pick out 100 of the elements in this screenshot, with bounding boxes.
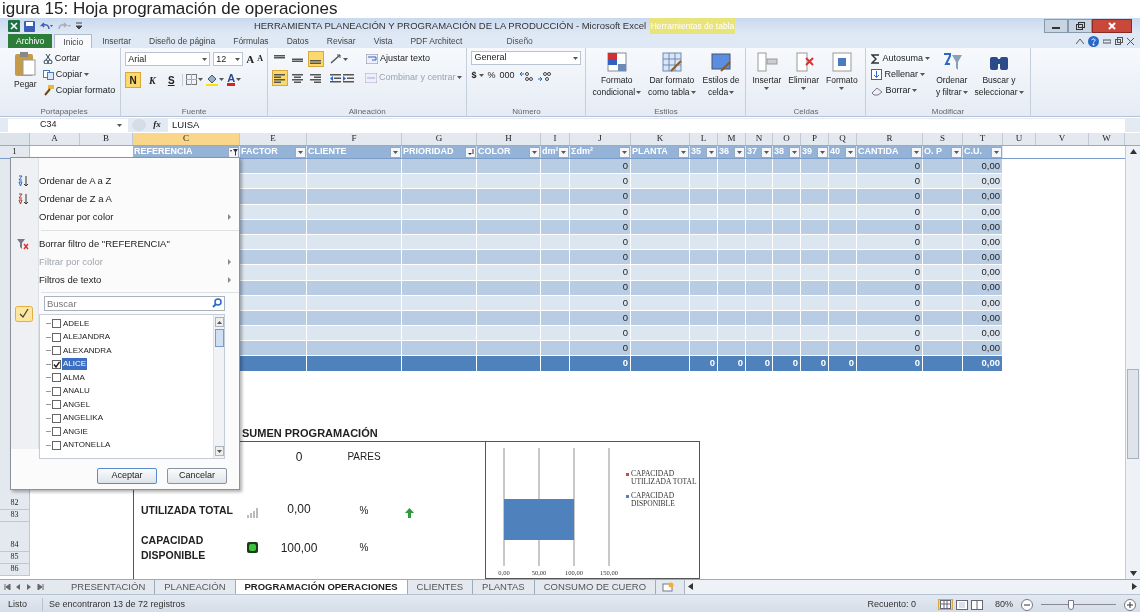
column-header[interactable]: U	[1003, 133, 1036, 145]
column-header[interactable]: Q	[829, 133, 857, 145]
sheet-nav-button[interactable]	[37, 583, 44, 590]
insert-function-button[interactable]: fx	[150, 118, 164, 132]
shrink-font-button[interactable]: A	[257, 53, 263, 66]
filter-value[interactable]: ANGELIKA	[62, 412, 104, 425]
column-header[interactable]: I	[541, 133, 570, 145]
filter-value[interactable]: ANGEL	[62, 398, 92, 411]
horizontal-scrollbar[interactable]	[684, 579, 1140, 594]
checkbox[interactable]	[52, 440, 61, 450]
filter-dropdown-button[interactable]	[817, 146, 828, 158]
font-name-field[interactable]: Arial	[125, 52, 211, 67]
ribbon-tab[interactable]: Vista	[365, 34, 401, 48]
filter-dropdown-button[interactable]	[761, 146, 772, 158]
checkbox[interactable]	[52, 346, 61, 356]
row-header[interactable]: 1	[0, 146, 30, 158]
copy-button[interactable]: Copiar	[41, 67, 117, 82]
list-scrollbar[interactable]	[213, 315, 224, 458]
menu-item[interactable]: Ordenar de A a Z	[17, 172, 231, 190]
ribbon-tab[interactable]: Fórmulas	[225, 34, 277, 48]
increase-indent-button[interactable]	[342, 73, 354, 83]
menu-item[interactable]: Filtros de texto	[17, 271, 231, 289]
checkbox[interactable]	[52, 332, 61, 342]
styles-button[interactable]: Dar formato como tabla	[646, 51, 698, 106]
menu-item[interactable]: Borrar filtro de "REFERENCIA"	[17, 235, 231, 253]
ribbon-tab[interactable]: Inicio	[54, 34, 93, 48]
filter-value[interactable]: ALMA	[62, 371, 86, 384]
column-header[interactable]: P	[801, 133, 829, 145]
column-header[interactable]: G	[402, 133, 477, 145]
decrease-decimal-button[interactable]	[536, 70, 551, 81]
grow-font-button[interactable]: A	[246, 51, 255, 68]
filter-dropdown-button[interactable]	[390, 146, 401, 158]
scrollbar-thumb[interactable]	[214, 329, 224, 347]
format-painter-button[interactable]: Copiar formato	[41, 83, 117, 98]
checkbox[interactable]	[52, 427, 61, 437]
column-header[interactable]: J	[570, 133, 631, 145]
find-select-button[interactable]: Buscar y seleccionar	[972, 51, 1026, 106]
checkbox[interactable]	[52, 373, 61, 383]
ribbon-tab[interactable]: Insertar	[94, 34, 139, 48]
fill-button[interactable]: Rellenar	[870, 67, 931, 82]
checkbox[interactable]	[52, 319, 61, 329]
checkbox[interactable]	[52, 386, 61, 396]
row-header[interactable]: 84	[0, 521, 30, 552]
column-header[interactable]: A	[30, 133, 80, 145]
scrollbar-thumb[interactable]	[1127, 369, 1139, 459]
normal-view-button[interactable]	[938, 599, 953, 611]
align-left-button[interactable]	[271, 70, 288, 86]
filter-dropdown-button[interactable]	[295, 146, 306, 158]
sheet-nav-button[interactable]	[15, 583, 22, 590]
menu-item[interactable]: Ordenar de Z a A	[17, 190, 231, 208]
filter-value[interactable]: ALEXANDRA	[62, 344, 113, 357]
scroll-up-button[interactable]	[214, 317, 224, 327]
formula-input[interactable]: LUISA	[168, 118, 1125, 132]
filter-value[interactable]: ANTONELLA	[62, 439, 112, 452]
decrease-indent-button[interactable]	[329, 73, 341, 83]
filter-dropdown-button[interactable]	[991, 146, 1002, 158]
zoom-in-button[interactable]	[1124, 598, 1136, 611]
underline-button[interactable]: S	[163, 71, 180, 88]
cut-button[interactable]: Cortar	[41, 51, 117, 66]
column-header[interactable]: C	[133, 133, 240, 145]
filter-dropdown-button[interactable]	[734, 146, 745, 158]
sort-filter-button[interactable]: Ordenar y filtrar	[934, 51, 970, 106]
menu-item[interactable]: Ordenar por color	[17, 208, 231, 226]
currency-button[interactable]: $	[471, 69, 484, 83]
borders-button[interactable]	[186, 71, 204, 88]
column-header[interactable]: W	[1089, 133, 1125, 145]
cells-button[interactable]: Insertar	[750, 51, 784, 106]
sheet-nav-button[interactable]	[4, 583, 11, 590]
paste-button[interactable]: Pegar	[12, 51, 39, 106]
filter-dropdown-button[interactable]	[619, 146, 630, 158]
font-size-field[interactable]: 12	[213, 52, 244, 67]
align-bottom-button[interactable]	[307, 51, 324, 67]
autosum-button[interactable]: Autosuma	[870, 51, 931, 66]
sheet-nav-button[interactable]	[26, 583, 33, 590]
ribbon-tab[interactable]: PDF Architect	[402, 34, 471, 48]
ribbon-tab[interactable]: Diseño de página	[141, 34, 224, 48]
maximize-button[interactable]	[1068, 19, 1092, 33]
increase-decimal-button[interactable]	[518, 70, 533, 81]
name-box[interactable]: C34	[8, 118, 128, 132]
filter-value[interactable]: ALICE	[62, 358, 88, 371]
filter-value[interactable]: ANGIE	[62, 425, 89, 438]
column-header[interactable]: H	[477, 133, 541, 145]
zoom-slider-thumb[interactable]	[1068, 599, 1074, 610]
italic-button[interactable]: K	[144, 71, 161, 88]
filter-dropdown-button[interactable]	[558, 146, 569, 158]
column-header[interactable]: E	[240, 133, 307, 145]
page-break-button[interactable]	[971, 599, 983, 611]
dialog-button[interactable]: Aceptar	[97, 468, 157, 484]
dialog-button[interactable]: Cancelar	[167, 468, 227, 484]
checkbox[interactable]	[52, 400, 61, 410]
column-header[interactable]: K	[631, 133, 690, 145]
column-header[interactable]: O	[773, 133, 801, 145]
vertical-scrollbar[interactable]	[1125, 146, 1140, 579]
column-header[interactable]: T	[963, 133, 1003, 145]
bold-button[interactable]: N	[125, 71, 142, 88]
font-color-button[interactable]: A	[227, 71, 242, 88]
filter-dropdown-button[interactable]	[529, 146, 540, 158]
column-header[interactable]: S	[923, 133, 963, 145]
orientation-button[interactable]	[329, 54, 348, 64]
filter-value[interactable]: ALEJANDRA	[62, 331, 112, 344]
